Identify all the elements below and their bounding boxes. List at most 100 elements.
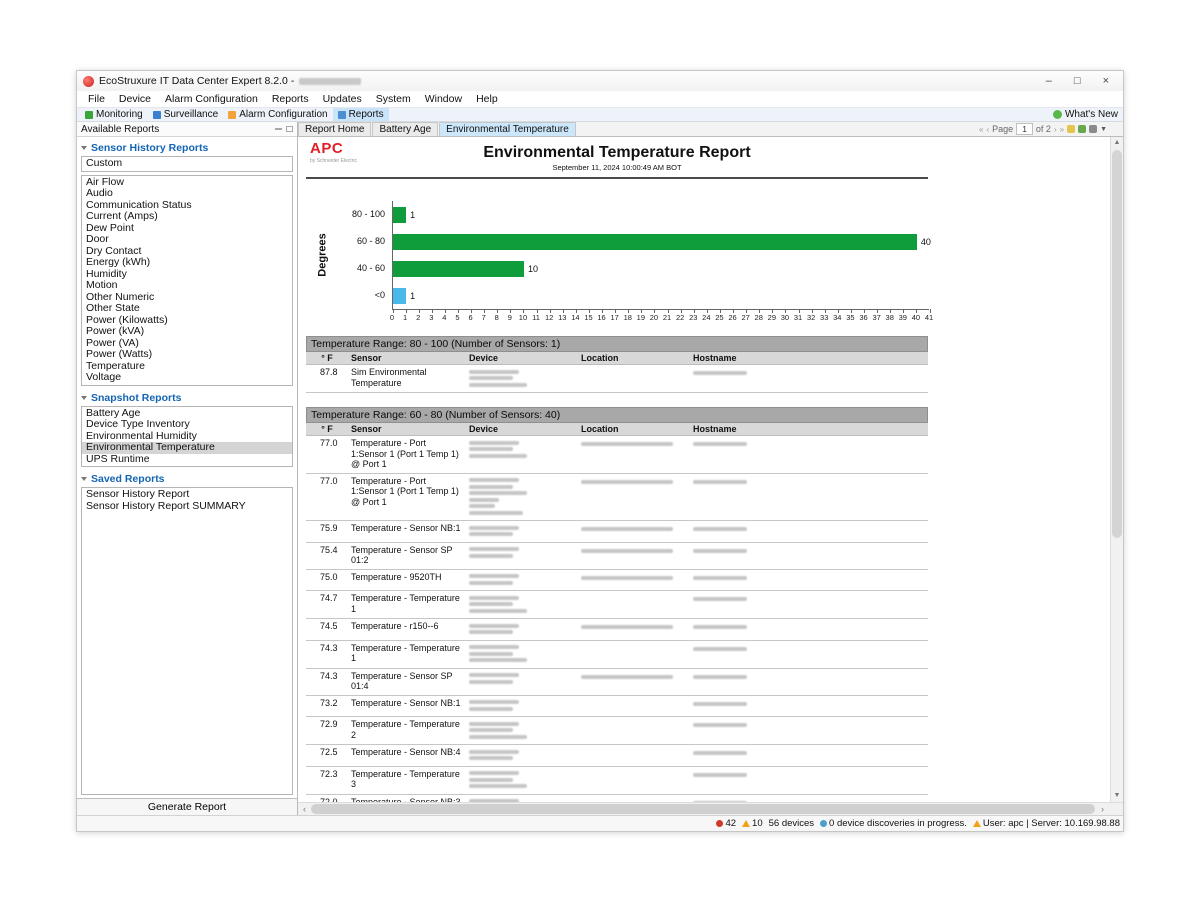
tab-environmental-temperature[interactable]: Environmental Temperature [439, 122, 576, 136]
close-button[interactable]: × [1103, 72, 1109, 90]
perspective-label: Monitoring [96, 109, 143, 120]
scroll-up-icon[interactable]: ▲ [1111, 137, 1123, 149]
scroll-down-icon[interactable]: ▼ [1111, 790, 1123, 802]
prev-page-icon[interactable]: ‹ [986, 125, 989, 134]
report-item-custom[interactable]: Custom [82, 158, 292, 170]
whats-new-link[interactable]: What's New [1053, 109, 1123, 120]
perspective-reports[interactable]: Reports [333, 108, 389, 121]
x-tick-label: 13 [558, 313, 566, 322]
redacted-text [469, 673, 519, 677]
perspective-label: Surveillance [164, 109, 218, 120]
monitoring-icon [85, 111, 93, 119]
report-item-sensor-history-report-summary[interactable]: Sensor History Report SUMMARY [82, 501, 292, 513]
report-timestamp: September 11, 2024 10:00:49 AM BOT [306, 163, 928, 172]
x-tick-label: 16 [597, 313, 605, 322]
vertical-scroll-thumb[interactable] [1112, 150, 1122, 538]
menu-help[interactable]: Help [469, 93, 505, 105]
status-text: User: apc | Server: 10.169.98.88 [983, 818, 1120, 829]
panel-minimize-icon[interactable] [275, 128, 282, 130]
report-item-motion[interactable]: Motion [82, 280, 292, 292]
scroll-left-icon[interactable]: ‹ [298, 803, 311, 815]
chart-bar-row: 1 [393, 282, 929, 309]
redacted-text [469, 554, 513, 558]
menu-system[interactable]: System [369, 93, 418, 105]
horizontal-scrollbar[interactable]: ‹ › [298, 802, 1123, 815]
perspective-monitoring[interactable]: Monitoring [80, 108, 148, 121]
tab-strip: Report HomeBattery AgeEnvironmental Temp… [298, 122, 577, 136]
next-page-icon[interactable]: › [1054, 125, 1057, 134]
redacted-text [693, 773, 747, 777]
more-options-icon[interactable]: ▼ [1100, 126, 1107, 133]
x-tick-label: 11 [532, 313, 540, 322]
column-header-device: Device [466, 352, 578, 365]
minimize-button[interactable]: – [1046, 72, 1052, 90]
sensor-cell: Temperature - Temperature 2 [348, 717, 466, 745]
table-row: 77.0Temperature - Port 1:Sensor 1 (Port … [306, 473, 928, 521]
perspective-label: Reports [349, 109, 384, 120]
maximize-button[interactable]: □ [1074, 72, 1081, 90]
report-item-sensor-history-report[interactable]: Sensor History Report [82, 489, 292, 501]
report-item-air-flow[interactable]: Air Flow [82, 177, 292, 189]
perspective-alarm-configuration[interactable]: Alarm Configuration [223, 108, 332, 121]
status-text: 42 [725, 818, 736, 829]
redacted-text [693, 675, 747, 679]
report-item-current-amps[interactable]: Current (Amps) [82, 211, 292, 223]
report-item-power-watts[interactable]: Power (Watts) [82, 349, 292, 361]
report-item-environmental-temperature[interactable]: Environmental Temperature [82, 442, 292, 454]
menu-reports[interactable]: Reports [265, 93, 316, 105]
menu-updates[interactable]: Updates [316, 93, 369, 105]
whats-new-label: What's New [1065, 109, 1118, 120]
section-header-saved-reports[interactable]: Saved Reports [81, 473, 293, 485]
menu-file[interactable]: File [81, 93, 112, 105]
section-header-sensor-history-reports[interactable]: Sensor History Reports [81, 142, 293, 154]
chart-bar-80-100 [393, 207, 406, 223]
status-bar: 421056 devices0 device discoveries in pr… [77, 815, 1123, 831]
chart-bar-row: 10 [393, 255, 929, 282]
horizontal-scroll-thumb[interactable] [311, 804, 1095, 814]
last-page-icon[interactable]: » [1060, 125, 1064, 134]
menu-window[interactable]: Window [418, 93, 469, 105]
table-row: 75.4Temperature - Sensor SP 01:2 [306, 542, 928, 569]
page-number-input[interactable]: 1 [1016, 123, 1033, 135]
temp-cell: 77.0 [306, 473, 348, 521]
x-tick-label: 0 [390, 313, 394, 322]
chart-grid: 80 - 10060 - 8040 - 60<0 140101 [330, 201, 928, 310]
temperature-range-table-1: Temperature Range: 80 - 100 (Number of S… [306, 336, 928, 393]
generate-report-button[interactable]: Generate Report [77, 799, 297, 815]
menu-alarm-configuration[interactable]: Alarm Configuration [158, 93, 265, 105]
report-item-audio[interactable]: Audio [82, 188, 292, 200]
first-page-icon[interactable]: « [979, 125, 983, 134]
scroll-right-icon[interactable]: › [1096, 803, 1109, 815]
redacted-text [469, 478, 519, 482]
tab-report-home[interactable]: Report Home [298, 122, 371, 136]
x-tick-label: 32 [807, 313, 815, 322]
panel-maximize-icon[interactable] [286, 126, 293, 132]
report-item-power-kva[interactable]: Power (kVA) [82, 326, 292, 338]
section-header-snapshot-reports[interactable]: Snapshot Reports [81, 392, 293, 404]
redacted-text [469, 574, 519, 578]
table-section-header: Temperature Range: 80 - 100 (Number of S… [306, 336, 928, 352]
perspective-surveillance[interactable]: Surveillance [148, 108, 223, 121]
sensor-cell: Temperature - Temperature 1 [348, 640, 466, 668]
redacted-text [693, 576, 747, 580]
export-report-icon[interactable] [1078, 125, 1086, 133]
status-segment: 10 [742, 818, 763, 829]
panel-header: Available Reports [77, 122, 297, 137]
report-item-device-type-inventory[interactable]: Device Type Inventory [82, 419, 292, 431]
report-item-voltage[interactable]: Voltage [82, 372, 292, 384]
report-item-other-state[interactable]: Other State [82, 303, 292, 315]
vertical-scrollbar[interactable]: ▲ ▼ [1110, 137, 1123, 802]
tab-battery-age[interactable]: Battery Age [372, 122, 438, 136]
perspective-toolbar: Monitoring Surveillance Alarm Configuratio… [77, 107, 1123, 122]
report-item-energy-kwh[interactable]: Energy (kWh) [82, 257, 292, 269]
hostname-cell-redacted [690, 619, 928, 641]
report-item-door[interactable]: Door [82, 234, 292, 246]
report-item-dew-point[interactable]: Dew Point [82, 223, 292, 235]
save-report-icon[interactable] [1067, 125, 1075, 133]
menu-device[interactable]: Device [112, 93, 158, 105]
hostname-cell-redacted [690, 640, 928, 668]
report-item-ups-runtime[interactable]: UPS Runtime [82, 454, 292, 466]
x-tick-label: 34 [833, 313, 841, 322]
report-pagination-toolbar: «‹Page1of 2›»▼ [979, 123, 1123, 136]
print-report-icon[interactable] [1089, 125, 1097, 133]
